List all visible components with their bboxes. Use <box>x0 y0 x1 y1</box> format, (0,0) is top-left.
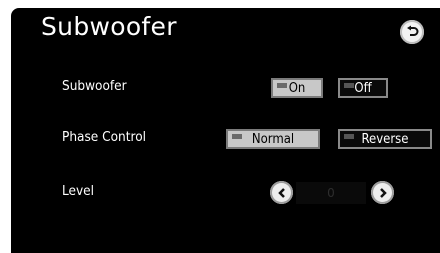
subwoofer-off-button[interactable]: Off <box>338 78 388 98</box>
subwoofer-on-label: On <box>288 80 306 96</box>
subwoofer-on-button[interactable]: On <box>271 78 323 98</box>
phase-control-label: Phase Control <box>62 129 146 145</box>
phase-reverse-label: Reverse <box>361 131 409 147</box>
phase-normal-label: Normal <box>251 131 295 147</box>
selection-indicator <box>277 83 287 88</box>
level-label: Level <box>62 183 95 199</box>
level-increase-button[interactable] <box>371 181 394 204</box>
phase-reverse-button[interactable]: Reverse <box>338 129 432 149</box>
back-arrow-icon <box>407 25 419 36</box>
phase-normal-button[interactable]: Normal <box>226 129 320 149</box>
level-value: 0 <box>296 182 366 204</box>
back-button[interactable] <box>400 20 424 44</box>
chevron-right-icon <box>379 187 387 198</box>
selection-indicator <box>232 134 242 139</box>
selection-indicator <box>344 83 354 88</box>
subwoofer-off-label: Off <box>354 80 372 96</box>
level-decrease-button[interactable] <box>270 181 293 204</box>
chevron-left-icon <box>277 187 285 198</box>
page-title: Subwoofer <box>41 12 177 41</box>
selection-indicator <box>344 134 354 139</box>
subwoofer-label: Subwoofer <box>62 78 127 94</box>
